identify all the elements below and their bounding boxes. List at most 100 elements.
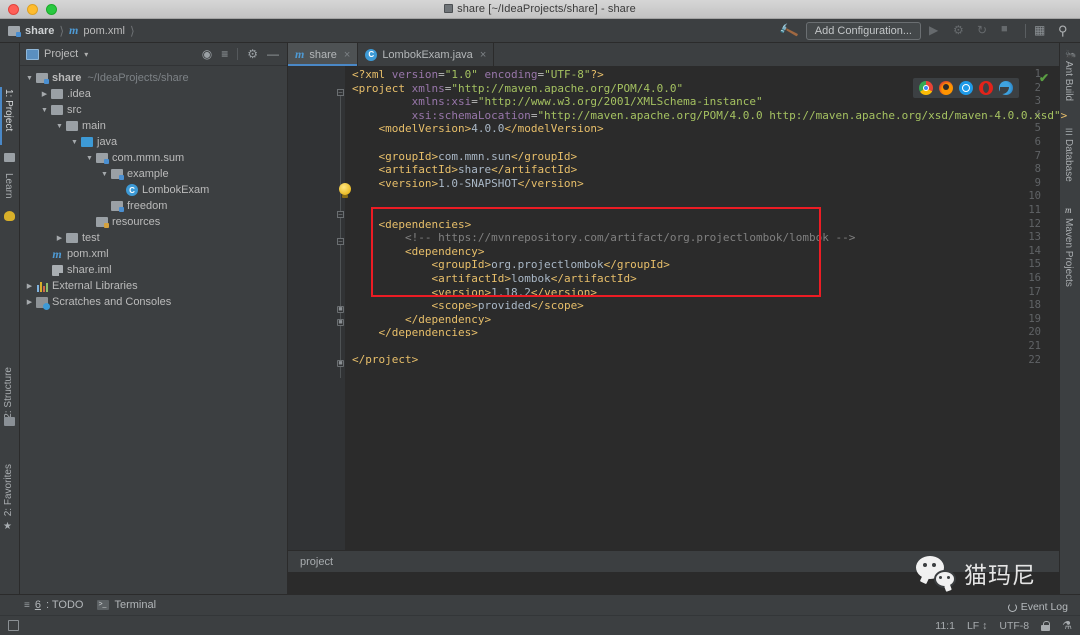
fold-marker-dependencies[interactable]: – (337, 211, 344, 218)
debug-button[interactable]: ⚙ (953, 23, 969, 39)
sidebar-item-database[interactable]: Database (1063, 139, 1074, 182)
tree-node-example[interactable]: ▼ example (20, 166, 287, 182)
tree-node-share[interactable]: ▼ share ~/IdeaProjects/share (20, 70, 287, 86)
search-everywhere-button[interactable]: ⚲ (1058, 23, 1074, 39)
sidebar-item-ant-build[interactable]: Ant Build (1063, 61, 1074, 101)
firefox-icon[interactable] (939, 81, 953, 95)
code-line-11[interactable] (345, 204, 1059, 218)
tree-node-freedom[interactable]: freedom (20, 198, 287, 214)
chevron-right-icon[interactable]: ▶ (39, 90, 50, 98)
stop-button[interactable]: ■ (1001, 23, 1017, 39)
chevron-right-icon[interactable]: ▶ (54, 234, 65, 242)
bottom-tab-terminal[interactable]: >_ Terminal (97, 599, 156, 611)
code-line-10[interactable] (345, 190, 1059, 204)
source-code[interactable]: <?xml version="1.0" encoding="UTF-8"?> <p… (345, 66, 1068, 572)
sidebar-item-maven-projects[interactable]: Maven Projects (1063, 218, 1074, 287)
code-line-7[interactable]: <groupId>com.mmn.sun</groupId> (345, 150, 1059, 164)
run-button[interactable]: ▶ (929, 23, 945, 39)
chevron-down-icon[interactable]: ▼ (69, 139, 80, 146)
chevron-down-icon[interactable]: ▾ (84, 50, 88, 59)
code-line-21[interactable] (345, 340, 1059, 354)
close-icon[interactable]: × (480, 49, 486, 61)
safari-icon[interactable] (959, 81, 973, 95)
tree-node-external-libraries[interactable]: ▶ External Libraries (20, 278, 287, 294)
opera-icon[interactable] (979, 81, 993, 95)
code-line-16[interactable]: <artifactId>lombok</artifactId> (345, 272, 1059, 286)
close-icon[interactable]: × (344, 49, 350, 61)
inspection-widget-icon[interactable]: ⚗ (1062, 619, 1072, 632)
tree-node-src[interactable]: ▼ src (20, 102, 287, 118)
chevron-down-icon[interactable]: ▼ (54, 123, 65, 130)
tree-node-scratches-and-consoles[interactable]: ▶ Scratches and Consoles (20, 294, 287, 310)
editor-breadcrumb-label[interactable]: project (300, 556, 333, 568)
code-line-22[interactable]: </project> (345, 353, 1059, 367)
breadcrumb-item-pom[interactable]: pom.xml (83, 25, 125, 37)
fold-marker-project-end[interactable]: ■ (337, 360, 344, 367)
hide-panel-icon[interactable]: — (267, 48, 279, 60)
tree-node-pom-xml[interactable]: m pom.xml (20, 246, 287, 262)
sidebar-item-learn[interactable]: Learn (3, 173, 14, 199)
code-editor[interactable]: 1 2 3 4 5 6 7 8 9 10 11 12 13 14 15 16 17 18 19 20 21 22 <?xm… (288, 66, 1068, 572)
tab-lombokexam-java[interactable]: C LombokExam.java × (358, 43, 495, 66)
tree-node--idea[interactable]: ▶ .idea (20, 86, 287, 102)
show-tool-windows-icon[interactable] (8, 620, 19, 631)
chrome-icon[interactable] (919, 81, 933, 95)
code-line-9[interactable]: <version>1.0-SNAPSHOT</version> (345, 177, 1059, 191)
tree-node-share-iml[interactable]: share.iml (20, 262, 287, 278)
line-separator[interactable]: LF ↕ (967, 620, 987, 632)
fold-marker-dependency[interactable]: – (337, 238, 344, 245)
project-panel-title[interactable]: Project (44, 48, 78, 60)
sidebar-item-structure[interactable]: 2: Structure (3, 367, 14, 419)
tab-share-pom[interactable]: m share × (288, 43, 359, 66)
collapse-all-icon[interactable]: ≡ (221, 48, 228, 60)
event-log-button[interactable]: Event Log (1007, 601, 1068, 613)
code-line-17[interactable]: <version>1.18.2</version> (345, 286, 1059, 300)
intention-bulb-icon[interactable] (339, 183, 351, 198)
tree-node-com-mmn-sum[interactable]: ▼ com.mmn.sum (20, 150, 287, 166)
code-line-8[interactable]: <artifactId>share</artifactId> (345, 163, 1059, 177)
breadcrumb-item-share[interactable]: share (25, 25, 54, 37)
fold-marker-project[interactable]: – (337, 89, 344, 96)
project-structure-button[interactable]: ▦ (1034, 23, 1050, 39)
tree-node-main[interactable]: ▼ main (20, 118, 287, 134)
edge-icon[interactable] (999, 81, 1013, 95)
caret-position[interactable]: 11:1 (935, 620, 955, 632)
read-only-lock-icon[interactable] (1041, 620, 1051, 631)
sidebar-item-favorites[interactable]: 2: Favorites (3, 464, 14, 516)
chevron-down-icon[interactable]: ▼ (84, 155, 95, 162)
locate-icon[interactable]: ◉ (202, 48, 212, 60)
run-configuration-selector[interactable]: Add Configuration... (805, 22, 921, 40)
code-line-18[interactable]: <scope>provided</scope> (345, 299, 1059, 313)
code-line-4[interactable]: xsi:schemaLocation="http://maven.apache.… (345, 109, 1068, 123)
chevron-down-icon[interactable]: ▼ (39, 107, 50, 114)
hammer-icon[interactable]: 🔨 (778, 20, 800, 42)
code-line-20[interactable]: </dependencies> (345, 326, 1059, 340)
chevron-right-icon[interactable]: ▶ (24, 282, 35, 290)
bottom-tab-todo[interactable]: ≡ 6: TODO (24, 599, 83, 611)
chevron-right-icon[interactable]: ▶ (24, 298, 35, 306)
tree-node-java[interactable]: ▼ java (20, 134, 287, 150)
code-line-5[interactable]: <modelVersion>4.0.0</modelVersion> (345, 122, 1059, 136)
code-line-19[interactable]: </dependency> (345, 313, 1059, 327)
chevron-down-icon[interactable]: ▼ (24, 75, 35, 82)
fold-marker-dependency-end[interactable]: ■ (337, 306, 344, 313)
editor-gutter[interactable] (288, 66, 333, 572)
code-line-13[interactable]: <!-- https://mvnrepository.com/artifact/… (345, 231, 1059, 245)
fold-marker-dependencies-end[interactable]: ■ (337, 319, 344, 326)
run-coverage-button[interactable]: ↻ (977, 23, 993, 39)
sidebar-item-project[interactable]: 1: Project (3, 89, 14, 131)
browser-launch-popup[interactable] (913, 78, 1019, 98)
code-line-12[interactable]: <dependencies> (345, 218, 1059, 232)
code-token: </groupId> (510, 149, 578, 163)
tree-node-lombokexam[interactable]: C LombokExam (20, 182, 287, 198)
inspection-ok-icon[interactable]: ✔ (1039, 71, 1049, 85)
tree-node-resources[interactable]: resources (20, 214, 287, 230)
tree-node-test[interactable]: ▶ test (20, 230, 287, 246)
code-line-14[interactable]: <dependency> (345, 245, 1059, 259)
chevron-down-icon[interactable]: ▼ (99, 171, 110, 178)
tree-node-label: External Libraries (52, 280, 138, 292)
code-line-6[interactable] (345, 136, 1059, 150)
code-line-15[interactable]: <groupId>org.projectlombok</groupId> (345, 258, 1059, 272)
file-encoding[interactable]: UTF-8 (999, 620, 1029, 632)
settings-gear-icon[interactable]: ⚙ (247, 48, 258, 60)
